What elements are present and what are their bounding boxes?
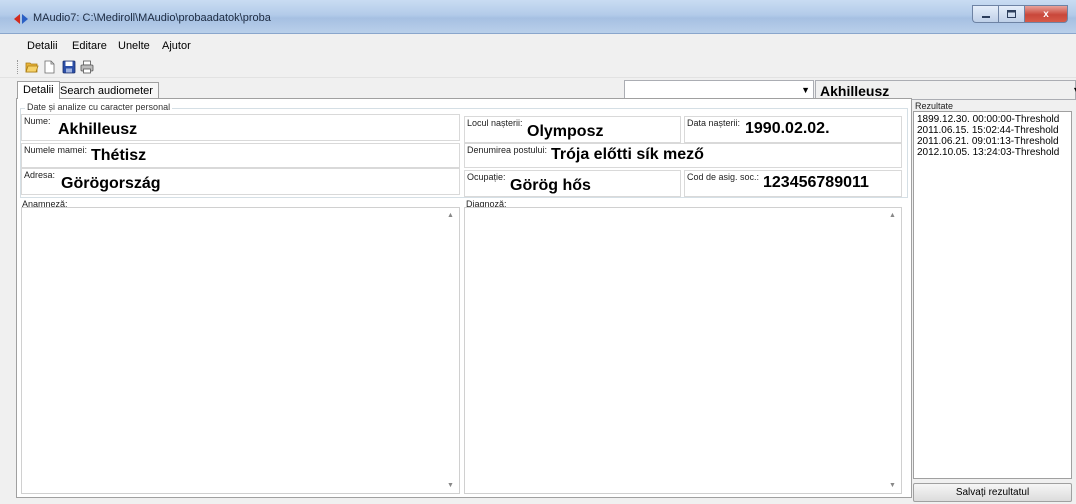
scroll-down-icon[interactable]: ▼ xyxy=(447,482,454,489)
close-icon: x xyxy=(1043,8,1049,20)
insurance-field[interactable]: Cod de asig. soc.: 123456789011 xyxy=(684,170,902,197)
minimize-icon xyxy=(981,16,990,18)
close-button[interactable]: x xyxy=(1024,5,1068,23)
insurance-value: 123456789011 xyxy=(763,174,869,191)
title-bar: MAudio7: C:\Mediroll\MAudio\probaadatok\… xyxy=(0,0,1076,34)
result-item[interactable]: 2012.10.05. 13:24:03-Threshold xyxy=(917,147,1059,158)
menu-bar: Detalii Editare Unelte Ajutor xyxy=(0,36,1076,56)
maximize-button[interactable] xyxy=(998,5,1024,23)
minimize-button[interactable] xyxy=(972,5,998,23)
maximize-icon xyxy=(1007,10,1016,18)
toolbar xyxy=(0,56,1076,78)
window-controls: x xyxy=(972,5,1068,23)
anamnesis-scrollbar[interactable]: ▲ ▼ xyxy=(443,208,459,493)
menu-ajutor[interactable]: Ajutor xyxy=(162,40,191,52)
address-field[interactable]: Adresa: Görögország xyxy=(21,168,460,195)
menu-unelte[interactable]: Unelte xyxy=(118,40,150,52)
new-document-icon[interactable] xyxy=(42,60,56,74)
scroll-up-icon[interactable]: ▲ xyxy=(889,212,896,219)
occupation-label: Ocupație: xyxy=(467,172,506,182)
filter-combobox[interactable]: ▼ xyxy=(624,80,814,100)
occupation-value: Görög hős xyxy=(510,177,591,194)
insurance-label: Cod de asig. soc.: xyxy=(687,172,760,182)
birthdate-value: 1990.02.02. xyxy=(745,120,830,137)
name-value: Akhilleusz xyxy=(58,121,138,138)
open-folder-icon[interactable] xyxy=(25,60,39,74)
chevron-down-icon: ▼ xyxy=(801,85,810,95)
personal-data-group-title: Date și analize cu caracter personal xyxy=(25,102,173,112)
address-value: Görögország xyxy=(61,175,161,192)
toolbar-grip[interactable] xyxy=(17,60,20,74)
app-icon xyxy=(14,14,28,24)
mother-name-label: Numele mamei: xyxy=(24,145,88,155)
result-item[interactable]: 2011.06.21. 09:01:13-Threshold xyxy=(917,136,1059,147)
workplace-label: Denumirea postului: xyxy=(467,145,548,155)
menu-detalii[interactable]: Detalii xyxy=(27,40,58,52)
results-title: Rezultate xyxy=(915,101,954,111)
mother-name-value: Thétisz xyxy=(91,147,147,164)
menu-editare[interactable]: Editare xyxy=(72,40,107,52)
mother-name-field[interactable]: Numele mamei: Thétisz xyxy=(21,143,460,168)
birthplace-label: Locul nașterii: xyxy=(467,118,523,128)
scroll-down-icon[interactable]: ▼ xyxy=(889,482,896,489)
address-label: Adresa: xyxy=(24,170,56,180)
anamnesis-textarea[interactable]: ▲ ▼ xyxy=(21,207,460,494)
workplace-field[interactable]: Denumirea postului: Trója előtti sík mez… xyxy=(464,143,902,168)
result-item[interactable]: 1899.12.30. 00:00:00-Threshold xyxy=(917,114,1059,125)
save-result-button[interactable]: Salvați rezultatul xyxy=(913,483,1072,502)
chevron-down-icon: ▼ xyxy=(1072,85,1076,95)
results-list[interactable]: 1899.12.30. 00:00:00-Threshold 2011.06.1… xyxy=(913,111,1072,479)
tab-detalii[interactable]: Detalii xyxy=(17,81,60,99)
workplace-value: Trója előtti sík mező xyxy=(551,146,704,163)
tab-search-audiometer[interactable]: Search audiometer xyxy=(54,82,159,99)
birthplace-field[interactable]: Locul nașterii: Olymposz xyxy=(464,116,681,143)
result-item[interactable]: 2011.06.15. 15:02:44-Threshold xyxy=(917,125,1059,136)
birthdate-field[interactable]: Data nașterii: 1990.02.02. xyxy=(684,116,902,143)
window-title: MAudio7: C:\Mediroll\MAudio\probaadatok\… xyxy=(33,12,271,24)
save-icon[interactable] xyxy=(62,60,76,74)
name-label: Nume: xyxy=(24,116,51,126)
occupation-field[interactable]: Ocupație: Görög hős xyxy=(464,170,681,197)
birthplace-value: Olymposz xyxy=(527,123,604,140)
patient-name-selected: Akhilleusz xyxy=(820,83,890,99)
birthdate-label: Data nașterii: xyxy=(687,118,741,128)
diagnosis-scrollbar[interactable]: ▲ ▼ xyxy=(885,208,901,493)
diagnosis-textarea[interactable]: ▲ ▼ xyxy=(464,207,902,494)
patient-combobox[interactable]: Akhilleusz ▼ xyxy=(815,80,1076,100)
scroll-up-icon[interactable]: ▲ xyxy=(447,212,454,219)
name-field[interactable]: Nume: Akhilleusz xyxy=(21,114,460,141)
print-icon[interactable] xyxy=(80,60,94,74)
